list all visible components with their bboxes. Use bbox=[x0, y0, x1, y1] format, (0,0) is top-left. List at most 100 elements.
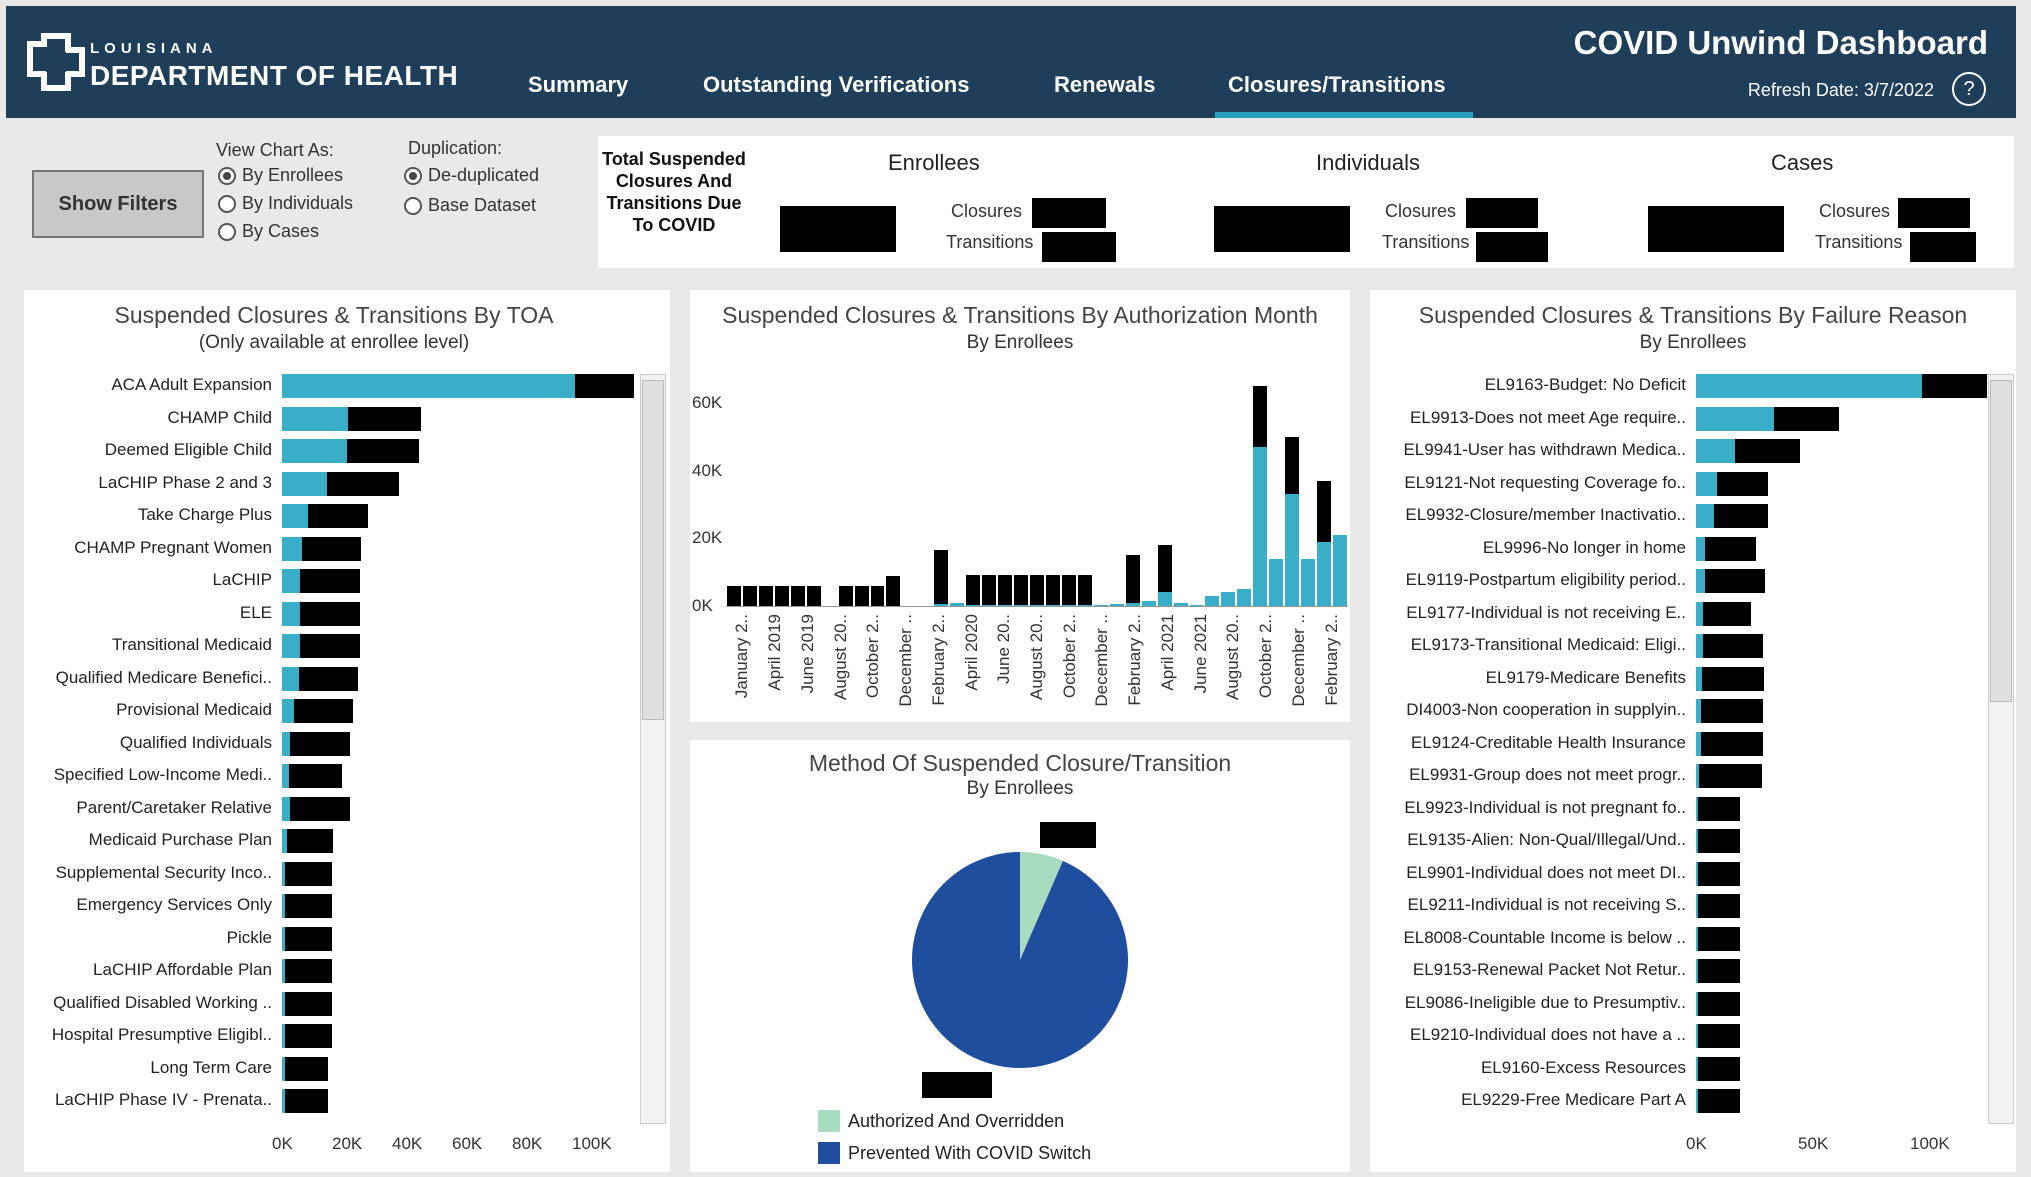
category-label: EL9923-Individual is not pregnant fo.. bbox=[1404, 797, 1686, 817]
month-bar-black bbox=[1030, 574, 1044, 606]
bar-teal bbox=[282, 439, 347, 463]
x-axis-line bbox=[726, 606, 1348, 607]
bar-black bbox=[1705, 569, 1766, 593]
month-bar-black bbox=[966, 574, 981, 606]
category-label: EL9229-Free Medicare Part A bbox=[1461, 1090, 1686, 1109]
category-label: Medicaid Purchase Plan bbox=[88, 830, 272, 849]
month-tick-label: February 2.. bbox=[928, 614, 948, 706]
category-label: EL9211-Individual is not receiving S.. bbox=[1407, 895, 1686, 914]
legend-swatch-prevented bbox=[818, 1142, 840, 1164]
bar-black bbox=[1716, 471, 1768, 496]
category-label: CHAMP Child bbox=[167, 407, 272, 427]
month-tick-label: April 2021 bbox=[1157, 614, 1177, 691]
category-label: Long Term Care bbox=[150, 1057, 272, 1077]
category-label: EL9941-User has withdrawn Medica.. bbox=[1403, 440, 1686, 459]
radio-dot bbox=[218, 222, 236, 241]
toa-scroll-thumb[interactable] bbox=[642, 380, 664, 720]
category-label: EL9210-Individual does not have a .. bbox=[1410, 1025, 1686, 1044]
month-bar-black bbox=[1077, 574, 1092, 606]
radio-by-cases[interactable]: By Cases bbox=[218, 221, 319, 242]
enrollees-transitions-label: Transitions bbox=[946, 232, 1034, 252]
month-bar-black bbox=[774, 585, 789, 606]
legend-authorized: Authorized And Overridden bbox=[848, 1111, 1065, 1131]
category-label: EL9173-Transitional Medicaid: Eligi.. bbox=[1410, 635, 1686, 654]
bar-teal bbox=[1696, 374, 1923, 398]
pie-label-redacted-top bbox=[1040, 822, 1096, 848]
month-tick-label: August 20.. bbox=[1027, 614, 1046, 701]
month-bar-black bbox=[742, 585, 757, 606]
cases-closures-redacted bbox=[1898, 198, 1970, 228]
category-label: Emergency Services Only bbox=[76, 895, 272, 914]
month-bar-teal bbox=[1221, 592, 1236, 606]
view-chart-as-label: View Chart As: bbox=[216, 140, 334, 160]
individuals-closures-label: Closures bbox=[1385, 201, 1457, 221]
legend-swatch-authorized bbox=[818, 1110, 840, 1132]
individuals-transitions-label: Transitions bbox=[1382, 232, 1470, 252]
totals-label: Total Suspended Closures And Transitions… bbox=[602, 149, 746, 235]
category-label: EL8008-Countable Income is below .. bbox=[1403, 927, 1686, 947]
x-tick-label: 20K bbox=[332, 1134, 363, 1153]
bar-teal bbox=[282, 634, 301, 658]
bar-black bbox=[1774, 406, 1840, 431]
tab-closures-transitions[interactable]: Closures/Transitions bbox=[1228, 72, 1446, 98]
month-tick-label: February 2.. bbox=[1125, 614, 1145, 706]
bar-black bbox=[300, 634, 360, 658]
bar-black bbox=[288, 764, 342, 788]
help-icon[interactable]: ? bbox=[1952, 72, 1986, 106]
method-title: Method Of Suspended Closure/Transition bbox=[808, 750, 1232, 776]
month-subtitle: By Enrollees bbox=[966, 332, 1074, 353]
month-bar-black bbox=[1045, 574, 1060, 606]
radio-base-dataset[interactable]: Base Dataset bbox=[404, 195, 536, 216]
radio-dot bbox=[218, 194, 236, 213]
month-tick-label: October 2.. bbox=[1059, 614, 1079, 699]
category-label: EL9135-Alien: Non-Qual/Illegal/Und.. bbox=[1407, 830, 1686, 849]
month-tick-label: August 20.. bbox=[830, 614, 850, 701]
logo-department-text: DEPARTMENT OF HEALTH bbox=[90, 60, 459, 91]
tab-outstanding-verifications[interactable]: Outstanding Verifications bbox=[703, 72, 969, 98]
bar-black bbox=[285, 1056, 329, 1081]
bar-black bbox=[1698, 796, 1740, 821]
bar-teal bbox=[282, 699, 294, 723]
bar-black bbox=[1699, 764, 1762, 788]
bar-black bbox=[1700, 699, 1763, 723]
individuals-total-redacted bbox=[1214, 206, 1350, 252]
bar-teal bbox=[282, 731, 291, 756]
toa-title: Suspended Closures & Transitions By TOA bbox=[114, 302, 554, 328]
month-title: Suspended Closures & Transitions By Auth… bbox=[722, 302, 1318, 328]
month-tick-label: January 2.. bbox=[732, 614, 752, 699]
month-bar-black bbox=[1014, 574, 1028, 606]
month-bar-black bbox=[758, 585, 773, 606]
y-tick-label: 40K bbox=[692, 460, 723, 480]
bar-black bbox=[1700, 731, 1763, 756]
radio-by-individuals[interactable]: By Individuals bbox=[218, 193, 353, 214]
radio-de-duplicated[interactable]: De-duplicated bbox=[404, 165, 539, 186]
category-label: EL9160-Excess Resources bbox=[1480, 1057, 1686, 1077]
month-bar-black bbox=[1285, 436, 1300, 495]
bar-teal bbox=[282, 796, 291, 821]
category-label: EL9932-Closure/member Inactivatio.. bbox=[1405, 505, 1686, 524]
bar-black bbox=[1698, 1024, 1740, 1048]
show-filters-button[interactable]: Show Filters bbox=[32, 170, 204, 238]
radio-dot bbox=[404, 196, 422, 215]
bar-teal bbox=[282, 601, 301, 626]
category-label: EL9086-Ineligible due to Presumptiv.. bbox=[1404, 992, 1686, 1012]
month-tick-label: April 2020 bbox=[961, 614, 981, 691]
bar-teal bbox=[282, 374, 575, 398]
x-tick-label: 100K bbox=[572, 1134, 612, 1153]
bar-teal bbox=[1696, 536, 1706, 561]
bar-black bbox=[1698, 926, 1740, 951]
enrollees-heading: Enrollees bbox=[888, 150, 980, 175]
category-label: LaCHIP bbox=[212, 570, 272, 589]
failure-scroll-thumb[interactable] bbox=[1990, 380, 2012, 702]
radio-by-enrollees[interactable]: By Enrollees bbox=[218, 165, 343, 186]
dashboard-title: COVID Unwind Dashboard bbox=[1573, 24, 1988, 61]
category-label: EL9901-Individual does not meet DI.. bbox=[1406, 862, 1686, 882]
radio-label: By Individuals bbox=[242, 193, 354, 213]
bar-black bbox=[346, 439, 420, 463]
tab-summary[interactable]: Summary bbox=[528, 72, 628, 98]
tab-renewals[interactable]: Renewals bbox=[1054, 72, 1156, 98]
ldh-logo-icon bbox=[27, 33, 85, 91]
category-label: Qualified Medicare Benefici.. bbox=[55, 667, 272, 687]
enrollees-closures-redacted bbox=[1032, 198, 1106, 228]
month-tick-label: August 20.. bbox=[1223, 614, 1243, 701]
